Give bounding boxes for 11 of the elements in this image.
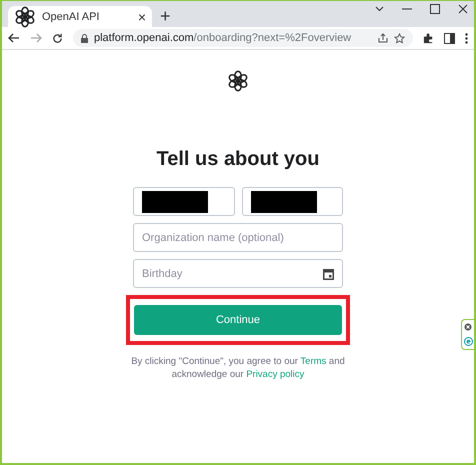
tab-title: OpenAI API: [42, 10, 100, 22]
privacy-policy-link[interactable]: Privacy policy: [246, 369, 304, 380]
tab-close-button[interactable]: ×: [138, 10, 146, 24]
page-heading: Tell us about you: [156, 148, 320, 171]
continue-button[interactable]: Continue: [134, 305, 342, 335]
legal-notice: By clicking "Continue", you agree to our Terms and acknowledge our Privacy policy: [130, 355, 346, 381]
browser-tab[interactable]: OpenAI API ×: [8, 6, 152, 27]
organization-field[interactable]: Organization name (optional): [133, 223, 343, 252]
birthday-field[interactable]: Birthday: [133, 259, 343, 288]
new-tab-button[interactable]: +: [160, 7, 171, 25]
terms-link[interactable]: Terms: [300, 356, 326, 367]
